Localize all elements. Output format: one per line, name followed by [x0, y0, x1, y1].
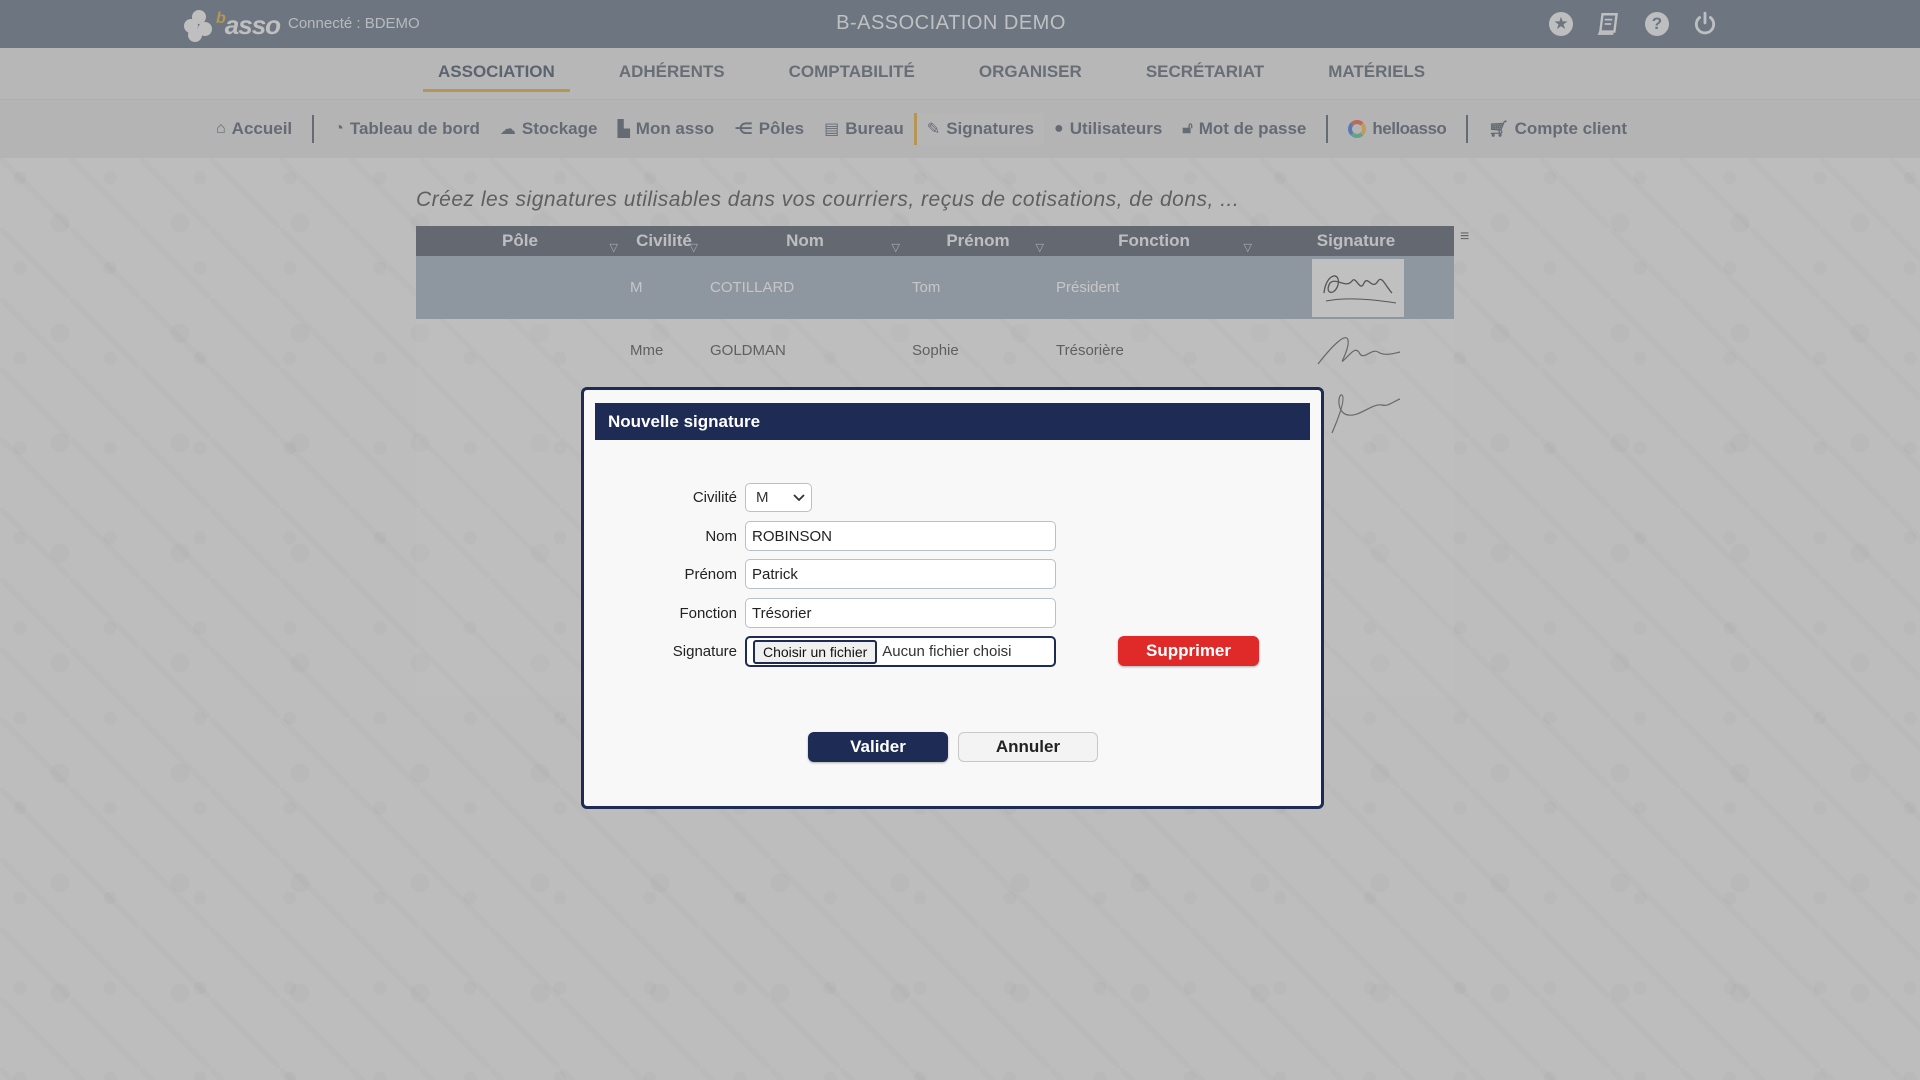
- prenom-label: Prénom: [684, 565, 737, 583]
- civilite-row: Civilité M: [584, 483, 812, 512]
- fonction-row: Fonction: [584, 598, 1056, 628]
- fonction-input[interactable]: [745, 598, 1056, 628]
- dialog-title: Nouvelle signature: [595, 403, 1310, 440]
- civilite-select[interactable]: M: [745, 483, 812, 512]
- civilite-label: Civilité: [692, 489, 737, 506]
- prenom-row: Prénom: [584, 559, 1056, 589]
- validate-button[interactable]: Valider: [808, 732, 948, 762]
- delete-button[interactable]: Supprimer: [1118, 636, 1259, 666]
- prenom-input[interactable]: [745, 559, 1056, 589]
- signature-file-input[interactable]: Choisir un fichier Aucun fichier choisi: [745, 636, 1056, 667]
- signature-label: Signature: [672, 643, 737, 660]
- nom-row: Nom: [584, 521, 1056, 551]
- choose-file-button[interactable]: Choisir un fichier: [753, 639, 878, 664]
- nom-label: Nom: [705, 527, 737, 545]
- nom-input[interactable]: [745, 521, 1056, 551]
- fonction-label: Fonction: [679, 604, 737, 622]
- cancel-button[interactable]: Annuler: [958, 732, 1098, 762]
- file-status: Aucun fichier choisi: [882, 643, 1012, 660]
- new-signature-dialog: Nouvelle signature Civilité M Nom Prénom…: [581, 387, 1324, 809]
- signature-row: Signature Choisir un fichier Aucun fichi…: [584, 636, 1056, 667]
- chevron-down-icon: [793, 493, 805, 501]
